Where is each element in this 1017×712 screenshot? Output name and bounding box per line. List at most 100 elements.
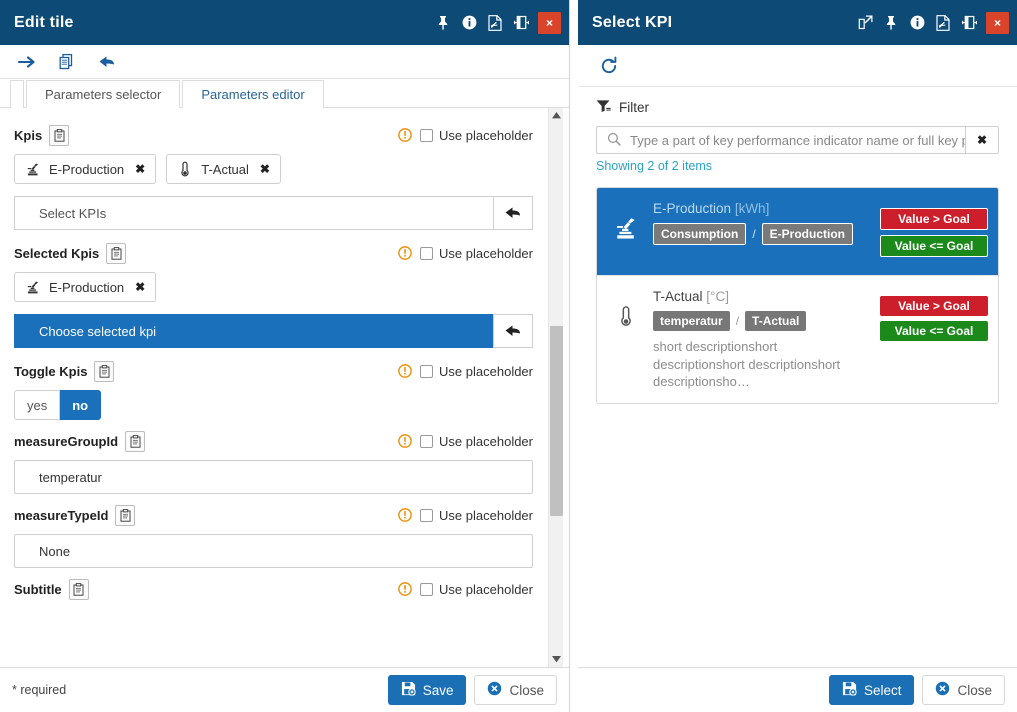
close-button[interactable]: Close [922,675,1005,705]
checkbox[interactable] [420,583,433,596]
info-icon[interactable] [457,10,481,36]
checkbox[interactable] [420,365,433,378]
clipboard-icon[interactable] [69,579,89,600]
info-icon[interactable] [905,10,929,36]
select-button[interactable]: Select [829,675,915,705]
subtitle-field-header: Subtitle Use placeholder [14,578,533,600]
pin-icon[interactable] [879,10,903,36]
use-placeholder-label: Use placeholder [439,128,533,143]
measure-group-id-label: measureGroupId [14,434,118,449]
edit-tile-footer: * required Save Close [0,667,569,712]
clipboard-icon[interactable] [94,361,114,382]
scroll-down-arrow-icon[interactable] [549,652,564,667]
copy-icon[interactable] [54,50,80,74]
close-label: Close [957,683,992,698]
checkbox[interactable] [420,509,433,522]
warning-icon [397,582,412,597]
edit-tile-titlebar: Edit tile × [0,0,569,45]
close-button[interactable]: Close [474,675,557,705]
clear-search-button[interactable]: ✖ [965,126,999,154]
warning-icon [397,434,412,449]
pdf-icon[interactable] [483,10,507,36]
checkbox[interactable] [420,247,433,260]
search-input[interactable] [630,133,965,148]
selected-kpis-label: Selected Kpis [14,246,99,261]
toggle-kpis-use-placeholder[interactable]: Use placeholder [420,364,533,379]
kpi-tag: T-Actual [745,311,806,331]
clipboard-icon[interactable] [49,125,69,146]
chip-remove-icon[interactable]: ✖ [135,162,145,176]
close-icon[interactable]: × [538,12,561,34]
chip-e-production[interactable]: E-Production ✖ [14,272,156,302]
revert-kpis-button[interactable] [493,196,533,230]
chip-e-production[interactable]: E-Production ✖ [14,154,156,184]
scrollbar-thumb[interactable] [550,326,563,516]
measure-group-id-label-group: measureGroupId [14,431,145,452]
save-button[interactable]: Save [388,675,467,705]
close-icon[interactable]: × [986,12,1009,34]
clipboard-icon[interactable] [115,505,135,526]
warning-icon [397,128,412,143]
measure-group-id-use-placeholder[interactable]: Use placeholder [420,434,533,449]
tab-parameters-editor[interactable]: Parameters editor [182,80,323,108]
checkbox[interactable] [420,129,433,142]
selected-kpis-use-placeholder[interactable]: Use placeholder [420,246,533,261]
kpi-list-item-t-actual[interactable]: T-Actual [°C] temperatur / T-Actual shor… [597,276,998,403]
filter-label: Filter [619,100,649,115]
toggle-kpis-label-group: Toggle Kpis [14,361,114,382]
toggle-no-button[interactable]: no [60,390,101,420]
search-box[interactable] [596,126,965,154]
kpi-list-item-e-production[interactable]: E-Production [kWh] Consumption / E-Produ… [597,188,998,276]
kpi-item-body: T-Actual [°C] temperatur / T-Actual shor… [653,288,870,391]
measure-type-id-use-placeholder[interactable]: Use placeholder [420,508,533,523]
select-icon [842,681,857,699]
status-badge-at-or-below-goal: Value <= Goal [880,235,988,257]
subtitle-placeholder-group: Use placeholder [397,582,533,597]
pdf-icon[interactable] [931,10,955,36]
thermometer-icon [177,161,192,177]
toggle-yes-button[interactable]: yes [14,390,60,420]
kpi-item-title: E-Production [kWh] [653,201,870,216]
popout-icon[interactable] [853,10,877,36]
back-arrow-icon[interactable] [94,50,120,74]
kpi-list: E-Production [kWh] Consumption / E-Produ… [596,187,999,404]
refresh-icon[interactable] [596,53,622,79]
select-kpis-input[interactable]: Select KPIs [14,196,493,230]
clipboard-icon[interactable] [106,243,126,264]
clipboard-icon[interactable] [125,431,145,452]
chip-remove-icon[interactable]: ✖ [260,162,270,176]
scroll-up-arrow-icon[interactable] [549,108,564,123]
measure-group-id-input[interactable]: temperatur [14,460,533,494]
forward-arrow-icon[interactable] [14,50,40,74]
checkbox[interactable] [420,435,433,448]
select-kpis-row: Select KPIs [14,196,533,230]
dock-icon[interactable] [957,10,981,36]
kpis-use-placeholder[interactable]: Use placeholder [420,128,533,143]
select-kpi-footer: Select Close [578,667,1017,712]
subtitle-use-placeholder[interactable]: Use placeholder [420,582,533,597]
chip-t-actual[interactable]: T-Actual ✖ [166,154,281,184]
edit-tile-toolbar [0,45,569,79]
edit-tile-footer-buttons: Save Close [388,675,557,705]
select-kpi-toolbar [578,45,1017,87]
search-row: ✖ [596,126,999,154]
tag-separator: / [736,314,739,328]
pin-icon[interactable] [431,10,455,36]
choose-selected-kpi-input[interactable]: Choose selected kpi [14,314,493,348]
tab-spacer [10,80,24,108]
toggle-kpis-placeholder-group: Use placeholder [397,364,533,379]
tab-parameters-selector[interactable]: Parameters selector [26,80,180,108]
measure-type-id-placeholder-group: Use placeholder [397,508,533,523]
revert-selected-kpi-button[interactable] [493,314,533,348]
kpi-unit: [kWh] [735,201,770,216]
measure-type-id-input[interactable]: None [14,534,533,568]
kpis-label: Kpis [14,128,42,143]
save-label: Save [423,683,454,698]
warning-icon [397,364,412,379]
form-scrollbar[interactable] [548,108,563,667]
dock-icon[interactable] [509,10,533,36]
measure-type-id-label: measureTypeId [14,508,108,523]
chip-remove-icon[interactable]: ✖ [135,280,145,294]
kpi-list-wrapper: E-Production [kWh] Consumption / E-Produ… [578,173,1017,667]
tag-separator: / [752,227,755,241]
